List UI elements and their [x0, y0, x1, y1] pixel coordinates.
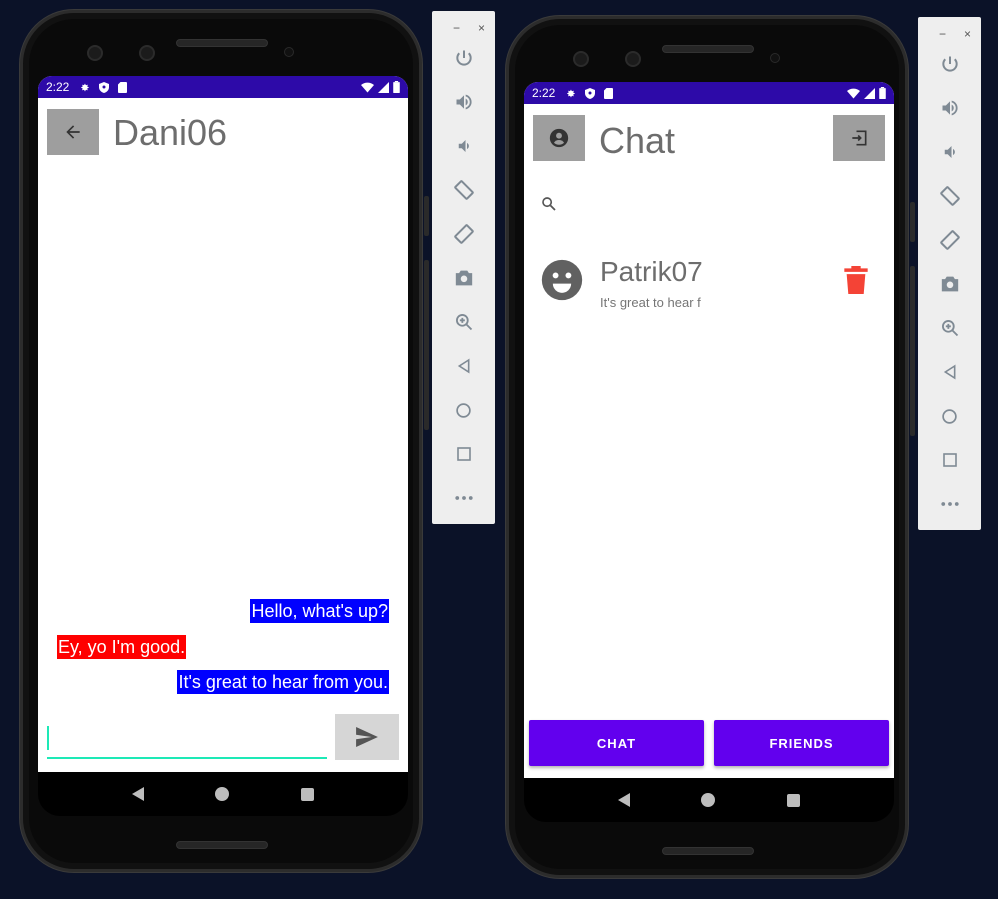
volume-down-icon[interactable] — [432, 134, 495, 158]
delete-icon[interactable] — [844, 266, 868, 294]
power-icon[interactable] — [432, 46, 495, 70]
overview-icon[interactable] — [432, 442, 495, 466]
exit-icon — [852, 130, 867, 146]
emulator-toolbar-left: − × — [432, 11, 495, 524]
more-icon[interactable] — [432, 486, 495, 510]
minimize-icon[interactable]: − — [453, 21, 460, 35]
volume-up-icon[interactable] — [432, 90, 495, 114]
rotate-right-icon[interactable] — [432, 222, 495, 246]
settings-icon — [567, 89, 575, 97]
tab-chat[interactable]: CHAT — [529, 720, 704, 766]
status-bar: 2:22 — [524, 82, 894, 104]
status-time: 2:22 — [532, 86, 556, 100]
wifi-icon — [847, 88, 860, 98]
sdcard-icon — [118, 81, 128, 93]
close-icon[interactable]: × — [478, 21, 485, 35]
zoom-icon[interactable] — [918, 316, 981, 340]
settings-icon — [81, 83, 89, 91]
overview-icon[interactable] — [918, 448, 981, 472]
battery-icon — [393, 81, 400, 93]
nav-overview-icon[interactable] — [301, 787, 315, 801]
smiley-face-icon — [541, 259, 583, 301]
power-icon[interactable] — [918, 52, 981, 76]
tab-friends[interactable]: FRIENDS — [714, 720, 889, 766]
shield-icon — [99, 81, 110, 93]
shield-icon — [585, 87, 596, 99]
close-icon[interactable]: × — [964, 27, 971, 41]
nav-back-icon[interactable] — [617, 793, 630, 807]
profile-button[interactable] — [533, 115, 585, 161]
rotate-left-icon[interactable] — [918, 184, 981, 208]
status-bar: 2:22 — [38, 76, 408, 98]
system-navigation-bar — [524, 778, 894, 822]
arrow-left-icon — [66, 125, 80, 139]
search-icon — [542, 197, 556, 211]
right-screen: 2:22 Chat Patrik07 It's great to hear f … — [524, 82, 894, 778]
chat-list-item[interactable]: Patrik07 It's great to hear f — [524, 252, 894, 322]
message-bubble-received: Ey, yo I'm good. — [57, 635, 187, 659]
emulator-toolbar-right: − × — [918, 17, 981, 530]
page-title: Chat — [599, 120, 676, 161]
minimize-icon[interactable]: − — [939, 27, 946, 41]
camera-icon[interactable] — [918, 272, 981, 296]
nav-home-icon[interactable] — [215, 787, 230, 801]
zoom-icon[interactable] — [432, 310, 495, 334]
back-icon[interactable] — [918, 360, 981, 384]
page-title: Dani06 — [113, 112, 228, 153]
chat-last-message: It's great to hear f — [600, 295, 701, 310]
nav-overview-icon[interactable] — [787, 793, 801, 807]
battery-icon — [879, 87, 886, 99]
nav-home-icon[interactable] — [701, 793, 716, 807]
signal-icon — [378, 81, 389, 93]
rotate-right-icon[interactable] — [918, 228, 981, 252]
nav-back-icon[interactable] — [131, 787, 144, 801]
send-button[interactable] — [335, 714, 399, 760]
home-icon[interactable] — [432, 398, 495, 422]
rotate-left-icon[interactable] — [432, 178, 495, 202]
volume-down-icon[interactable] — [918, 140, 981, 164]
camera-icon[interactable] — [432, 266, 495, 290]
chat-contact-name: Patrik07 — [600, 256, 703, 287]
logout-button[interactable] — [833, 115, 885, 161]
text-cursor — [47, 726, 49, 750]
back-button[interactable] — [47, 109, 99, 155]
message-bubble-sent: It's great to hear from you. — [177, 670, 389, 694]
account-circle-icon — [549, 128, 569, 148]
search-bar[interactable] — [540, 192, 880, 218]
left-screen: 2:22 Dani06 Hello, what's up? Ey, yo I'm… — [38, 76, 408, 772]
volume-up-icon[interactable] — [918, 96, 981, 120]
send-icon — [356, 727, 378, 747]
status-time: 2:22 — [46, 80, 70, 94]
more-icon[interactable] — [918, 492, 981, 516]
wifi-icon — [361, 82, 374, 92]
signal-icon — [864, 87, 875, 99]
message-input[interactable] — [47, 722, 327, 759]
system-navigation-bar — [38, 772, 408, 816]
sdcard-icon — [604, 87, 614, 99]
home-icon[interactable] — [918, 404, 981, 428]
message-bubble-sent: Hello, what's up? — [250, 599, 389, 623]
back-icon[interactable] — [432, 354, 495, 378]
